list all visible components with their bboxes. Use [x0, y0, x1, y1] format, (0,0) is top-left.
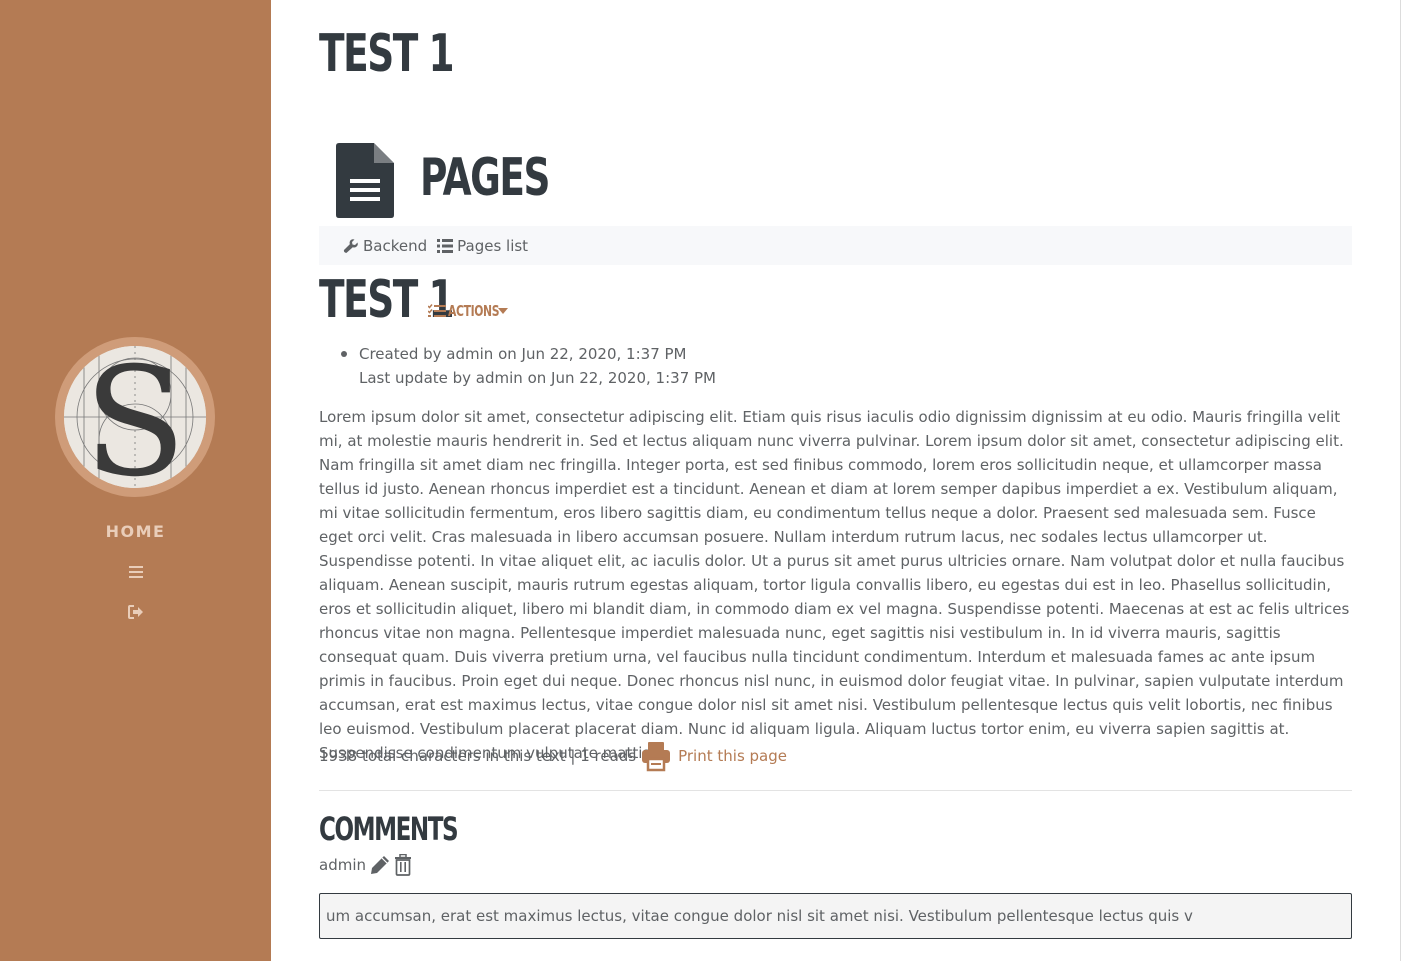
- page-title: TEST 1: [319, 24, 455, 84]
- pencil-icon[interactable]: [370, 855, 390, 875]
- comment-header: admin: [319, 853, 412, 877]
- article-stats: 1938 total characters in this text | 1 r…: [319, 740, 787, 772]
- print-page-link[interactable]: Print this page: [678, 747, 787, 765]
- stats-text: 1938 total characters in this text | 1 r…: [319, 747, 637, 765]
- sign-out-icon: [127, 605, 143, 619]
- sidebar: S HOME: [0, 0, 271, 961]
- article-title: TEST 1: [319, 270, 455, 330]
- created-info: Created by admin on Jun 22, 2020, 1:37 P…: [359, 345, 687, 363]
- caret-down-icon: [498, 308, 508, 314]
- bars-icon: [128, 566, 143, 578]
- comments-title: COMMENTS: [319, 810, 459, 848]
- section-divider: [319, 790, 1352, 791]
- module-icon-wrap: [336, 143, 394, 218]
- logo-letter: S: [84, 346, 187, 488]
- backend-label: Backend: [363, 236, 428, 255]
- trash-icon[interactable]: [394, 854, 412, 876]
- site-logo[interactable]: S: [55, 337, 215, 497]
- nav-home-link[interactable]: HOME: [0, 522, 271, 541]
- comment-text: um accumsan, erat est maximus lectus, vi…: [319, 893, 1352, 939]
- logout-link[interactable]: [0, 605, 271, 619]
- print-icon[interactable]: [640, 740, 672, 772]
- wrench-icon: [343, 238, 358, 253]
- actions-dropdown[interactable]: ACTIONS: [428, 302, 508, 320]
- backend-link[interactable]: Backend: [343, 237, 427, 255]
- sub-navigation: Backend Pages list: [319, 226, 1352, 265]
- pages-list-link[interactable]: Pages list: [437, 237, 528, 255]
- logo-image: S: [64, 346, 206, 488]
- module-title: PAGES: [420, 148, 551, 208]
- menu-toggle[interactable]: [0, 565, 271, 579]
- pages-list-label: Pages list: [457, 236, 529, 255]
- content-edge: [1400, 0, 1401, 961]
- article-meta: Created by admin on Jun 22, 2020, 1:37 P…: [341, 342, 716, 390]
- updated-info: Last update by admin on Jun 22, 2020, 1:…: [359, 369, 716, 387]
- logo-monogram-icon: S: [64, 346, 206, 488]
- article-body: Lorem ipsum dolor sit amet, consectetur …: [319, 408, 1350, 762]
- list-icon: [437, 238, 454, 253]
- tasks-icon: [428, 304, 446, 317]
- meta-bullet: [341, 351, 347, 357]
- comment-author: admin: [319, 856, 366, 874]
- actions-label: ACTIONS: [448, 302, 500, 320]
- file-text-icon: [336, 143, 394, 218]
